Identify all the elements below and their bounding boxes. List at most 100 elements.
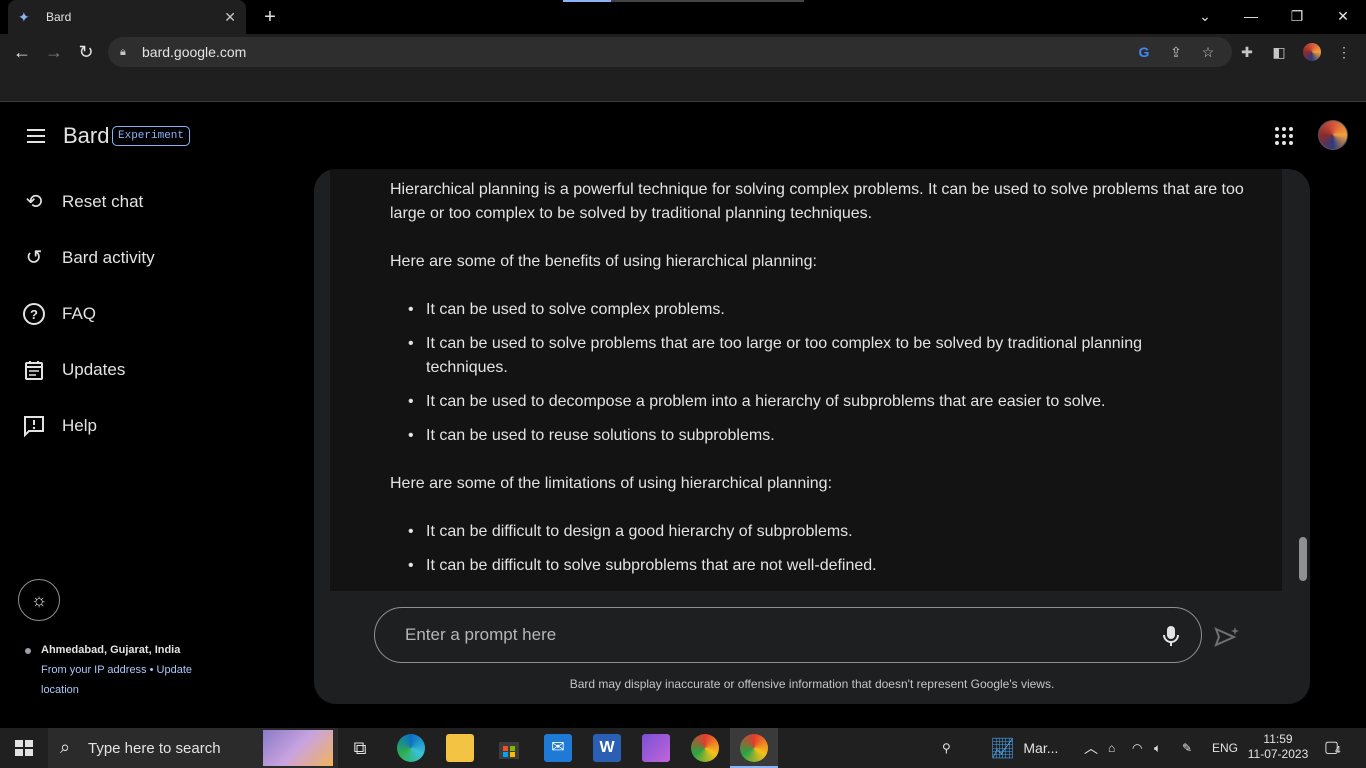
clipchamp-icon[interactable] (642, 734, 670, 762)
sidebar-item-help[interactable]: Help (22, 408, 97, 444)
account-avatar[interactable] (1318, 120, 1348, 150)
url-text: bard.google.com (142, 44, 247, 60)
list-item: It can be difficult to design a good hie… (408, 520, 1186, 544)
notifications-icon[interactable]: ▢ 4 (1324, 737, 1344, 757)
sidebar-item-label: Help (62, 416, 97, 435)
task-view-icon[interactable]: ⧉ (346, 734, 374, 762)
prompt-input[interactable] (405, 624, 1125, 646)
sidebar-item-faq[interactable]: ? FAQ (22, 296, 96, 332)
show-hidden-icons[interactable]: ︿ (1084, 728, 1098, 768)
history-icon: ↺ (25, 247, 43, 269)
language-indicator[interactable]: ENG (1212, 728, 1238, 768)
ip-address-link[interactable]: From your IP address (41, 664, 147, 676)
sidebar-item-label: Bard activity (62, 248, 155, 267)
update-location-link-cont[interactable]: location (41, 684, 79, 696)
edge-icon[interactable] (397, 734, 425, 762)
word-icon[interactable]: W (593, 734, 621, 762)
minimize-button[interactable]: — (1228, 0, 1274, 32)
mail-icon[interactable]: ✉ (544, 734, 572, 762)
response-intro: Hierarchical planning is a powerful tech… (390, 181, 1244, 222)
link-separator: • (149, 664, 154, 676)
list-item: It can be used to solve complex problems… (408, 298, 1186, 322)
wifi-icon[interactable]: ◠ (1132, 728, 1142, 768)
microsoft-store-icon[interactable] (495, 734, 523, 762)
sidebar-item-label: Updates (62, 360, 126, 379)
list-item: It can be used to solve problems that ar… (408, 332, 1186, 380)
google-icon[interactable]: G (1135, 43, 1153, 61)
side-panel-icon[interactable]: ◧ (1270, 43, 1288, 61)
prompt-box[interactable] (374, 607, 1202, 663)
reset-icon: ⟲ (25, 191, 43, 213)
calendar-icon (22, 358, 46, 382)
list-item: It can be difficult to solve subproblems… (408, 554, 1186, 578)
meet-now-icon[interactable]: ⌂ (1108, 728, 1115, 768)
bookmark-star-icon[interactable]: ☆ (1199, 43, 1217, 61)
help-circle-icon: ? (22, 302, 46, 326)
extensions-icon[interactable]: ✚ (1238, 43, 1256, 61)
pen-icon[interactable]: ✎ (1182, 728, 1192, 768)
bard-sparkle-icon: ✦ (18, 9, 30, 25)
back-icon[interactable]: ← (10, 40, 34, 64)
tab-title: Bard (46, 10, 72, 24)
volume-icon[interactable]: 🔈︎ (1154, 728, 1161, 768)
people-icon[interactable]: ⚲ (942, 728, 951, 768)
sidebar-item-updates[interactable]: Updates (22, 352, 125, 388)
microphone-icon[interactable] (1161, 625, 1181, 647)
sidebar-item-reset-chat[interactable]: ⟲ Reset chat (22, 184, 144, 220)
search-highlight-image (263, 730, 333, 766)
taskbar-chrome-active[interactable] (730, 728, 778, 768)
tab-strip: ✦ Bard ✕ + ⌄ — ❐ ✕ (0, 0, 1366, 34)
clock-time: 11:59 (1263, 732, 1293, 746)
chat-panel: Hierarchical planning is a powerful tech… (314, 169, 1310, 704)
sidebar-item-label: Reset chat (62, 192, 144, 211)
feedback-icon (22, 414, 46, 438)
profile-avatar[interactable] (1303, 43, 1321, 61)
address-bar[interactable]: 🔒︎ bard.google.com (108, 37, 1232, 67)
file-explorer-icon[interactable] (446, 734, 474, 762)
menu-kebab-icon[interactable]: ⋮ (1335, 43, 1353, 61)
browser-toolbar: ← → ↻ 🔒︎ bard.google.com G ⇪ ☆ ✚ ◧ ⋮ (0, 34, 1366, 70)
search-icon: ⌕ (60, 737, 71, 757)
tab-bard[interactable]: ✦ Bard ✕ (8, 0, 246, 34)
disclaimer-text: Bard may display inaccurate or offensive… (569, 677, 1055, 691)
google-apps-icon[interactable] (1275, 127, 1293, 145)
scrollbar-thumb[interactable] (1299, 537, 1307, 581)
bookmarks-bar (0, 70, 1366, 102)
list-item: It can be used to decompose a problem in… (408, 390, 1186, 414)
forward-icon[interactable]: → (42, 40, 66, 64)
search-placeholder: Type here to search (88, 739, 221, 757)
chrome-icon[interactable] (691, 734, 719, 762)
reload-icon[interactable]: ↻ (74, 40, 98, 64)
benefits-heading: Here are some of the benefits of using h… (390, 253, 817, 270)
clock-date: 11-07-2023 (1247, 747, 1309, 761)
brightness-icon: ☼ (30, 589, 48, 610)
stocks-icon: 📈︎ (990, 737, 1016, 760)
restore-button[interactable]: ❐ (1274, 0, 1320, 32)
clock[interactable]: 11:59 11-07-2023 (1246, 732, 1310, 762)
main-menu-icon[interactable] (24, 125, 48, 149)
sidebar-item-label: FAQ (62, 304, 97, 323)
notification-count: 4 (1335, 745, 1341, 756)
share-icon[interactable]: ⇪ (1167, 43, 1185, 61)
theme-toggle-button[interactable]: ☼ (18, 579, 60, 621)
list-item: It can be used to reuse solutions to sub… (408, 424, 1186, 448)
update-location-link[interactable]: Update (157, 664, 192, 676)
loading-bar (563, 0, 804, 2)
stocks-widget[interactable]: 📈︎ Mar... (990, 728, 1058, 768)
windows-start-icon[interactable] (10, 734, 38, 762)
stocks-label: Mar... (1023, 740, 1059, 756)
experiment-badge: Experiment (112, 126, 191, 146)
bard-logo[interactable]: Bard (63, 123, 109, 149)
location-source: From your IP address • Update (41, 664, 192, 676)
location-city: Ahmedabad, Gujarat, India (41, 644, 181, 656)
close-window-button[interactable]: ✕ (1320, 0, 1366, 32)
bard-app: Bard Experiment ⟲ Reset chat ↺ Bard acti… (0, 103, 1366, 728)
sidebar-item-bard-activity[interactable]: ↺ Bard activity (22, 240, 155, 276)
tab-search-icon[interactable]: ⌄ (1182, 0, 1228, 32)
send-icon[interactable] (1214, 626, 1240, 648)
lock-icon[interactable]: 🔒︎ (120, 46, 134, 59)
svg-text:?: ? (30, 307, 38, 322)
taskbar-search[interactable]: ⌕ Type here to search (48, 728, 338, 768)
new-tab-button[interactable]: + (259, 6, 281, 28)
close-tab-icon[interactable]: ✕ (224, 9, 236, 26)
